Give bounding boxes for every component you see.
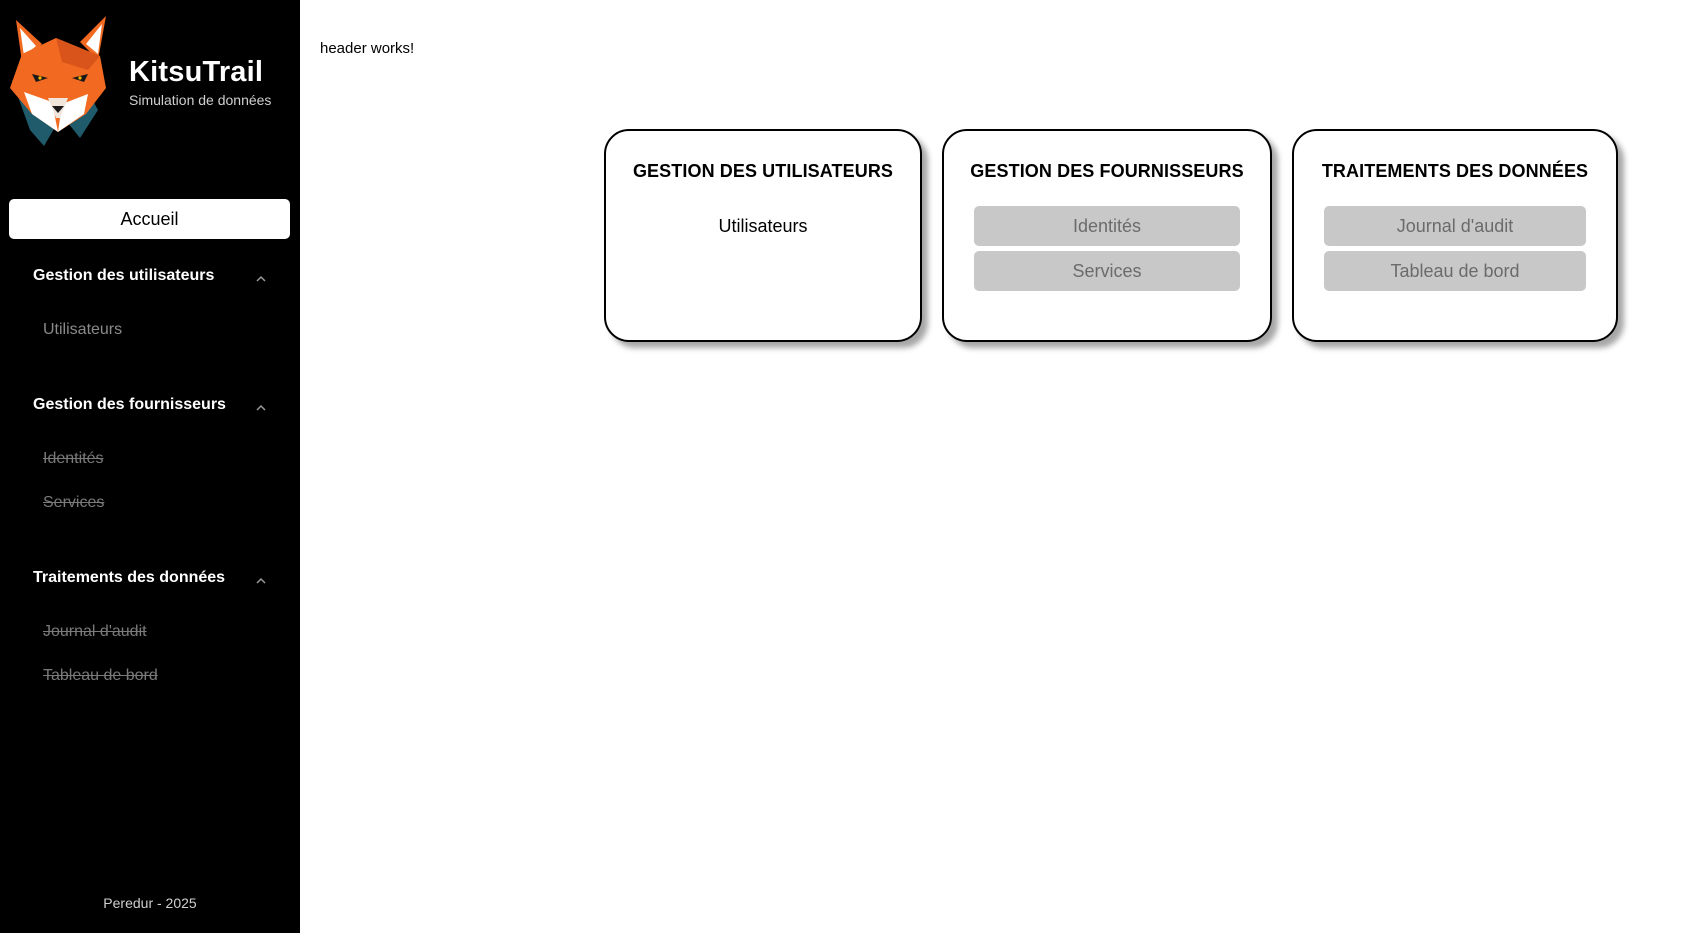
chevron-up-icon [256, 404, 266, 411]
card-users: GESTION DES UTILISATEURS Utilisateurs [604, 129, 922, 342]
section-header-providers[interactable]: Gestion des fournisseurs [0, 388, 300, 424]
card-button-identites[interactable]: Identités [974, 206, 1240, 246]
section-header-data[interactable]: Traitements des données [0, 561, 300, 597]
brand-subtitle: Simulation de données [129, 92, 272, 108]
fox-logo-icon [10, 16, 106, 146]
brand-title: KitsuTrail [129, 56, 264, 88]
card-providers: GESTION DES FOURNISSEURS Identités Servi… [942, 129, 1272, 342]
home-button[interactable]: Accueil [9, 199, 290, 239]
card-data-processing: TRAITEMENTS DES DONNÉES Journal d'audit … [1292, 129, 1618, 342]
sidebar-item-journal-audit[interactable]: Journal d'audit [43, 623, 147, 641]
card-title: GESTION DES UTILISATEURS [632, 161, 894, 181]
card-button-services[interactable]: Services [974, 251, 1240, 291]
card-link-utilisateurs[interactable]: Utilisateurs [718, 216, 807, 237]
card-button-tableau-de-bord[interactable]: Tableau de bord [1324, 251, 1586, 291]
section-header-users[interactable]: Gestion des utilisateurs [0, 259, 300, 295]
section-title-providers: Gestion des fournisseurs [33, 396, 226, 413]
sidebar-item-identites[interactable]: Identités [43, 450, 103, 468]
card-button-journal-audit[interactable]: Journal d'audit [1324, 206, 1586, 246]
sidebar-item-tableau-de-bord[interactable]: Tableau de bord [43, 667, 158, 685]
card-title: TRAITEMENTS DES DONNÉES [1321, 161, 1589, 181]
sidebar-item-utilisateurs[interactable]: Utilisateurs [43, 321, 122, 339]
chevron-up-icon [256, 275, 266, 282]
sidebar-item-services[interactable]: Services [43, 494, 104, 512]
brand-block: KitsuTrail Simulation de données [0, 8, 300, 148]
sidebar: KitsuTrail Simulation de données Accueil… [0, 0, 300, 933]
section-title-data: Traitements des données [33, 569, 226, 586]
header-text: header works! [320, 40, 415, 57]
sidebar-footer: Peredur - 2025 [103, 895, 197, 911]
chevron-up-icon [256, 577, 266, 584]
section-title-users: Gestion des utilisateurs [33, 267, 215, 284]
card-title: GESTION DES FOURNISSEURS [970, 161, 1244, 181]
